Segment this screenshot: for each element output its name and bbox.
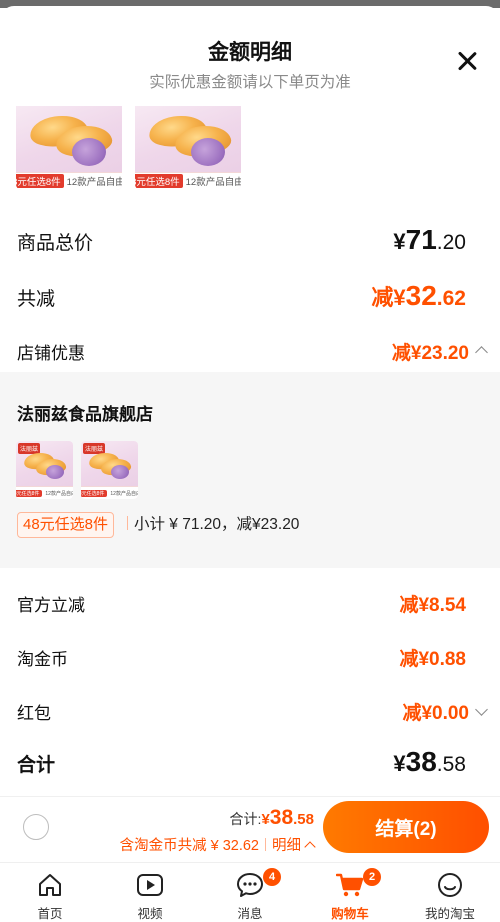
home-icon: [39, 874, 61, 896]
shop-subtotal: 小计 ¥ 71.20，减¥23.20: [127, 512, 299, 538]
shop-detail-panel: 法丽兹食品旗舰店 法丽兹 48元任选8件12款产品自由选 法丽兹 48元任选8件…: [0, 372, 500, 568]
sheet-subtitle: 实际优惠金额请以下单页为准: [149, 74, 351, 91]
chevron-up-icon: [475, 346, 488, 359]
promo-tag: 48元任选8件: [17, 512, 115, 538]
product-promo-band: 48元任选8件12款产品自由选: [81, 486, 138, 499]
details-label: 明细: [272, 838, 301, 854]
saved-amount: 含淘金币共减 ¥ 32.62: [119, 838, 259, 854]
discount-row-redpacket[interactable]: 红包 减¥0.00: [17, 698, 488, 725]
cart-icon: [336, 873, 364, 897]
goods-total-label: 商品总价: [17, 233, 94, 254]
checkout-total: 合计:¥38.58: [229, 806, 314, 829]
discount-row-official: 官方立减 减¥8.54: [17, 595, 466, 616]
shop-name: 法丽兹食品旗舰店: [17, 405, 153, 424]
product-thumbnail[interactable]: 法丽兹 48元任选8件12款产品自由选: [81, 441, 138, 499]
checkout-button[interactable]: 结算(2): [323, 801, 489, 853]
total-reduce-value: 减¥32.62: [371, 280, 466, 311]
message-badge: 4: [263, 868, 281, 886]
profile-icon: [438, 873, 462, 897]
message-icon: [237, 873, 263, 897]
video-icon: [137, 874, 163, 896]
total-reduce-label: 共减: [17, 289, 56, 310]
grand-total-label: 合计: [17, 755, 56, 776]
store-discount-label: 店铺优惠: [17, 344, 85, 363]
goods-total-row: 商品总价 ¥71.20: [17, 224, 466, 256]
product-thumbnail[interactable]: 48元任选8件12款产品自由选: [135, 106, 241, 190]
product-promo-band: 48元任选8件12款产品自由选: [16, 486, 73, 499]
select-all-checkbox[interactable]: [23, 814, 49, 840]
tab-home[interactable]: 首页: [0, 863, 100, 922]
total-reduce-row: 共减 减¥32.62: [17, 280, 466, 312]
discount-row-taojinbi: 淘金币 减¥0.88: [17, 649, 466, 670]
goods-total-value: ¥71.20: [393, 224, 466, 255]
checkout-bar: 合计:¥38.58 含淘金币共减 ¥ 32.62 明细 结算(2): [0, 796, 500, 862]
tab-messages[interactable]: 4 消息: [200, 863, 300, 922]
store-discount-row[interactable]: 店铺优惠 减¥23.20: [17, 338, 488, 365]
tab-cart[interactable]: 2 购物车: [300, 863, 400, 922]
chevron-up-icon: [304, 840, 316, 853]
close-icon[interactable]: [450, 46, 484, 80]
grand-total-row: 合计 ¥38.58: [17, 746, 466, 778]
product-thumbnail[interactable]: 法丽兹 48元任选8件12款产品自由选: [16, 441, 73, 499]
tab-my-taobao[interactable]: 我的淘宝: [400, 863, 500, 922]
chevron-down-icon: [475, 703, 488, 716]
product-thumbnail[interactable]: 48元任选8件12款产品自由选: [16, 106, 122, 190]
cart-badge: 2: [363, 868, 381, 886]
details-toggle[interactable]: 含淘金币共减 ¥ 32.62 明细: [119, 834, 316, 855]
product-promo-band: 48元任选8件12款产品自由选: [135, 171, 241, 190]
sheet-title: 金额明细: [208, 41, 292, 64]
bottom-tab-bar: 首页 视频 4 消息 2 购物车 我的淘宝: [0, 862, 500, 922]
tab-video[interactable]: 视频: [100, 863, 200, 922]
store-discount-value: 减¥23.20: [392, 338, 488, 365]
product-promo-band: 48元任选8件12款产品自由选: [16, 171, 122, 190]
grand-total-value: ¥38.58: [393, 746, 466, 777]
